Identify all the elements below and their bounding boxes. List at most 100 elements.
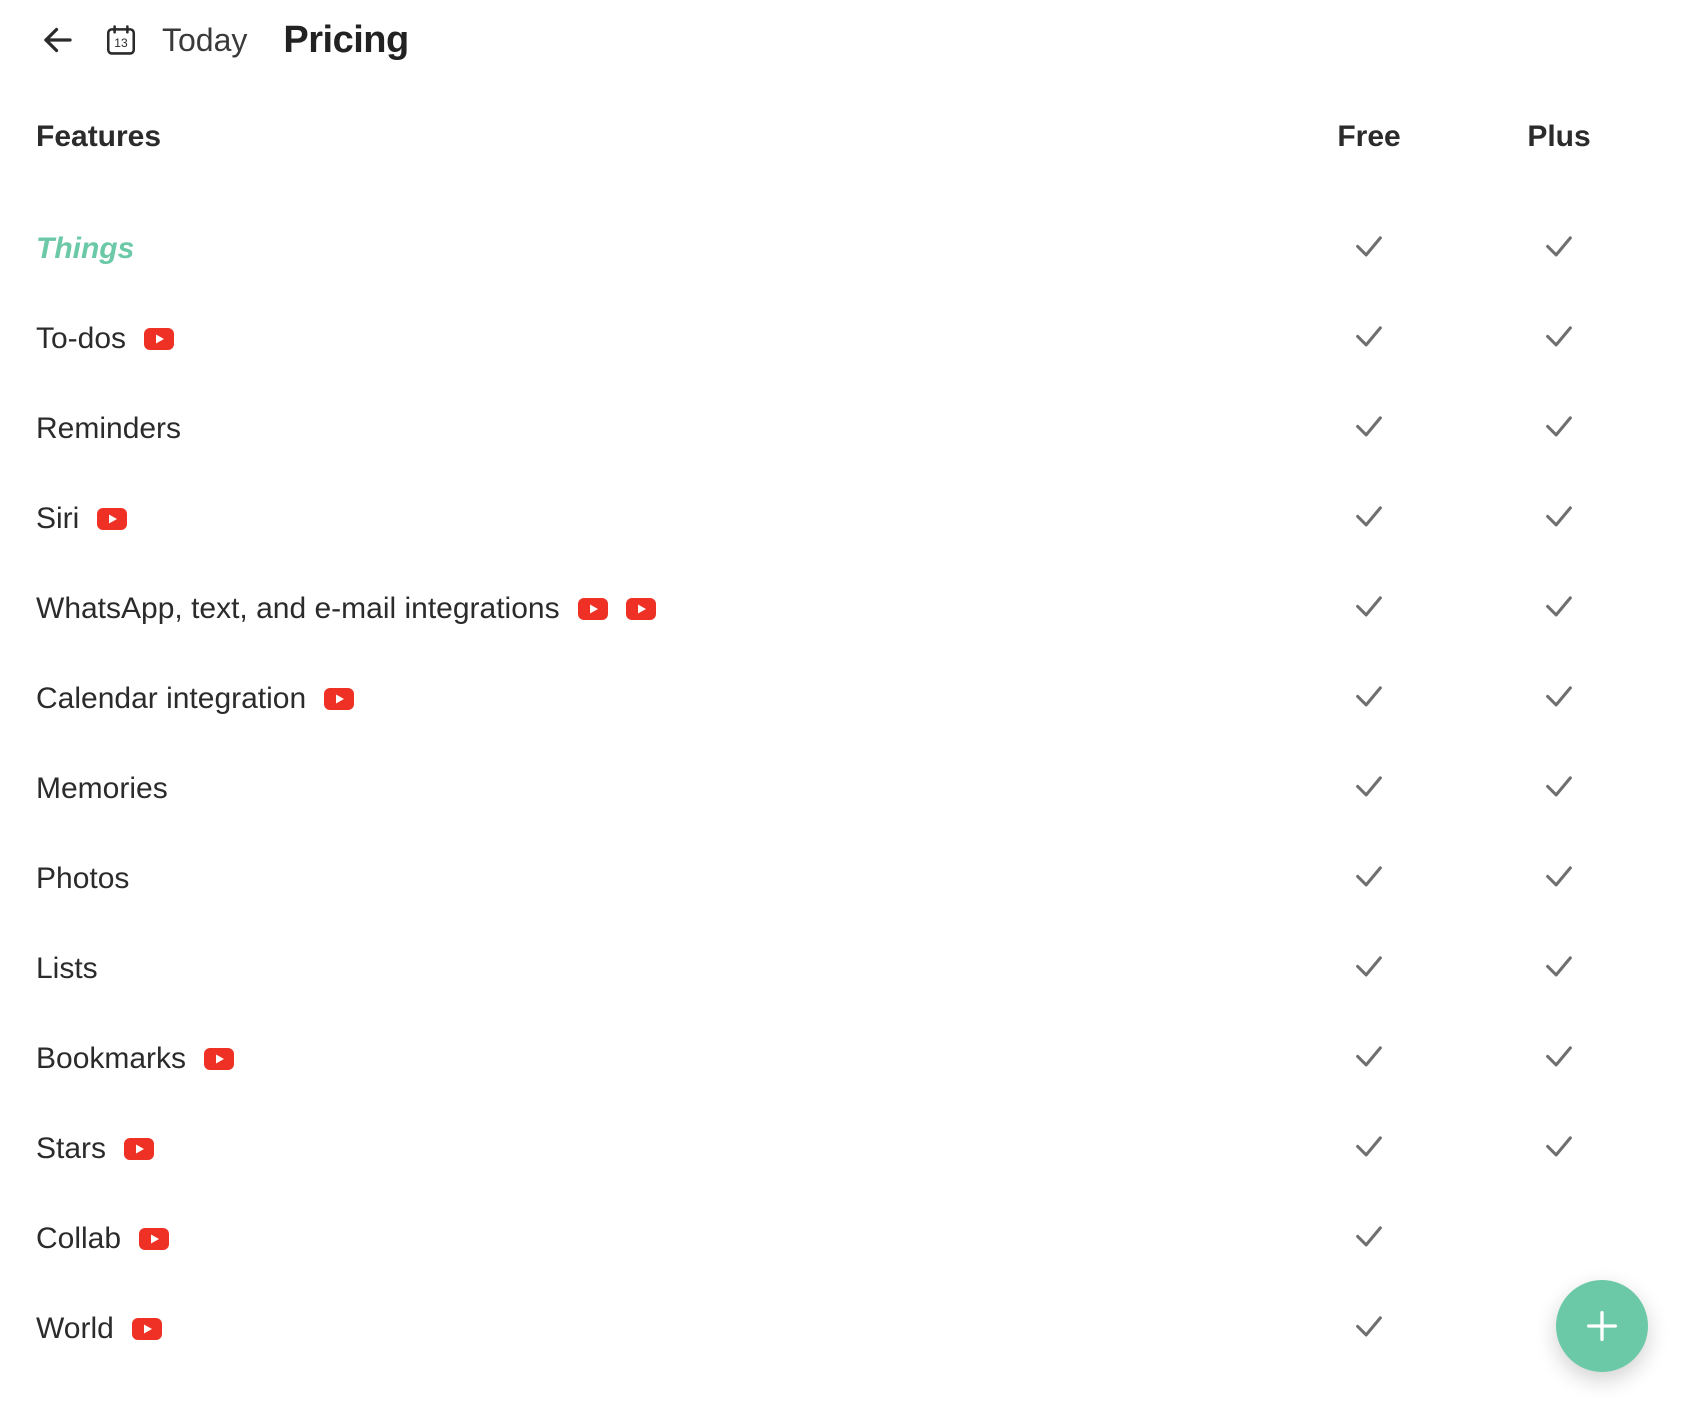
youtube-icon[interactable] [132, 1318, 162, 1340]
column-header-free: Free [1274, 100, 1464, 204]
table-row: Siri [36, 474, 1654, 564]
check-icon [1352, 768, 1386, 802]
svg-text:13: 13 [114, 36, 128, 50]
check-icon [1542, 678, 1576, 712]
check-icon [1352, 948, 1386, 982]
arrow-left-icon [40, 22, 76, 58]
check-icon [1542, 948, 1576, 982]
table-row: Stars [36, 1104, 1654, 1194]
feature-label: Collab [36, 1222, 121, 1256]
table-row: Lists [36, 924, 1654, 1014]
check-icon [1542, 408, 1576, 442]
feature-label: World [36, 1312, 114, 1346]
feature-cell: Collab [36, 1194, 1274, 1284]
check-icon [1352, 1038, 1386, 1072]
free-cell [1274, 294, 1464, 384]
check-icon [1352, 1218, 1386, 1252]
plus-cell [1464, 384, 1654, 474]
free-cell [1274, 744, 1464, 834]
check-icon [1352, 408, 1386, 442]
check-icon [1352, 498, 1386, 532]
check-icon [1542, 318, 1576, 352]
plus-cell [1464, 744, 1654, 834]
check-icon [1352, 1128, 1386, 1162]
feature-cell: Lists [36, 924, 1274, 1014]
calendar-button[interactable]: 13 [102, 21, 140, 59]
youtube-icon[interactable] [139, 1228, 169, 1250]
feature-cell: Memories [36, 744, 1274, 834]
feature-cell: Photos [36, 834, 1274, 924]
feature-label: Memories [36, 772, 168, 806]
free-cell [1274, 1104, 1464, 1194]
check-icon [1542, 1128, 1576, 1162]
free-cell [1274, 384, 1464, 474]
free-cell [1274, 654, 1464, 744]
plus-cell [1464, 1104, 1654, 1194]
feature-label: Siri [36, 502, 79, 536]
table-row: Collab [36, 1194, 1654, 1284]
feature-label: Calendar integration [36, 682, 306, 716]
feature-label: To-dos [36, 322, 126, 356]
plus-cell [1464, 204, 1654, 294]
feature-cell: WhatsApp, text, and e-mail integrations [36, 564, 1274, 654]
youtube-icon[interactable] [144, 328, 174, 350]
table-row: WhatsApp, text, and e-mail integrations [36, 564, 1654, 654]
feature-label: Bookmarks [36, 1042, 186, 1076]
free-cell [1274, 1014, 1464, 1104]
free-cell [1274, 924, 1464, 1014]
check-icon [1542, 228, 1576, 262]
calendar-icon: 13 [104, 23, 138, 57]
pricing-table: Features Free Plus Things To-dos Reminders… [36, 100, 1654, 1374]
check-icon [1542, 768, 1576, 802]
free-cell [1274, 474, 1464, 564]
plus-cell [1464, 834, 1654, 924]
feature-label: Things [36, 232, 134, 266]
check-icon [1542, 1038, 1576, 1072]
column-header-features: Features [36, 100, 1274, 204]
feature-cell: Things [36, 204, 1274, 294]
table-row: Photos [36, 834, 1654, 924]
column-header-plus: Plus [1464, 100, 1654, 204]
table-row: World [36, 1284, 1654, 1374]
feature-label: Photos [36, 862, 129, 896]
feature-cell: Stars [36, 1104, 1274, 1194]
youtube-icon[interactable] [97, 508, 127, 530]
back-button[interactable] [36, 18, 80, 62]
feature-label: Reminders [36, 412, 181, 446]
check-icon [1352, 228, 1386, 262]
check-icon [1542, 588, 1576, 622]
free-cell [1274, 1284, 1464, 1374]
table-row: Memories [36, 744, 1654, 834]
table-row: Bookmarks [36, 1014, 1654, 1104]
check-icon [1352, 588, 1386, 622]
feature-label: Lists [36, 952, 98, 986]
plus-cell [1464, 924, 1654, 1014]
page-title: Pricing [283, 19, 408, 62]
youtube-icon[interactable] [124, 1138, 154, 1160]
check-icon [1352, 318, 1386, 352]
feature-cell: Bookmarks [36, 1014, 1274, 1104]
plus-cell [1464, 294, 1654, 384]
add-button[interactable] [1556, 1280, 1648, 1372]
check-icon [1542, 498, 1576, 532]
feature-label: WhatsApp, text, and e-mail integrations [36, 592, 560, 626]
feature-cell: To-dos [36, 294, 1274, 384]
youtube-icon[interactable] [578, 598, 608, 620]
youtube-icon[interactable] [324, 688, 354, 710]
table-row: Things [36, 204, 1654, 294]
youtube-icon[interactable] [204, 1048, 234, 1070]
table-row: Reminders [36, 384, 1654, 474]
table-row: Calendar integration [36, 654, 1654, 744]
plus-cell [1464, 654, 1654, 744]
plus-icon [1582, 1306, 1622, 1346]
check-icon [1352, 678, 1386, 712]
feature-cell: World [36, 1284, 1274, 1374]
check-icon [1352, 1308, 1386, 1342]
today-label[interactable]: Today [162, 22, 247, 59]
youtube-icon[interactable] [626, 598, 656, 620]
plus-cell [1464, 1194, 1654, 1284]
check-icon [1352, 858, 1386, 892]
feature-cell: Calendar integration [36, 654, 1274, 744]
check-icon [1542, 858, 1576, 892]
plus-cell [1464, 564, 1654, 654]
